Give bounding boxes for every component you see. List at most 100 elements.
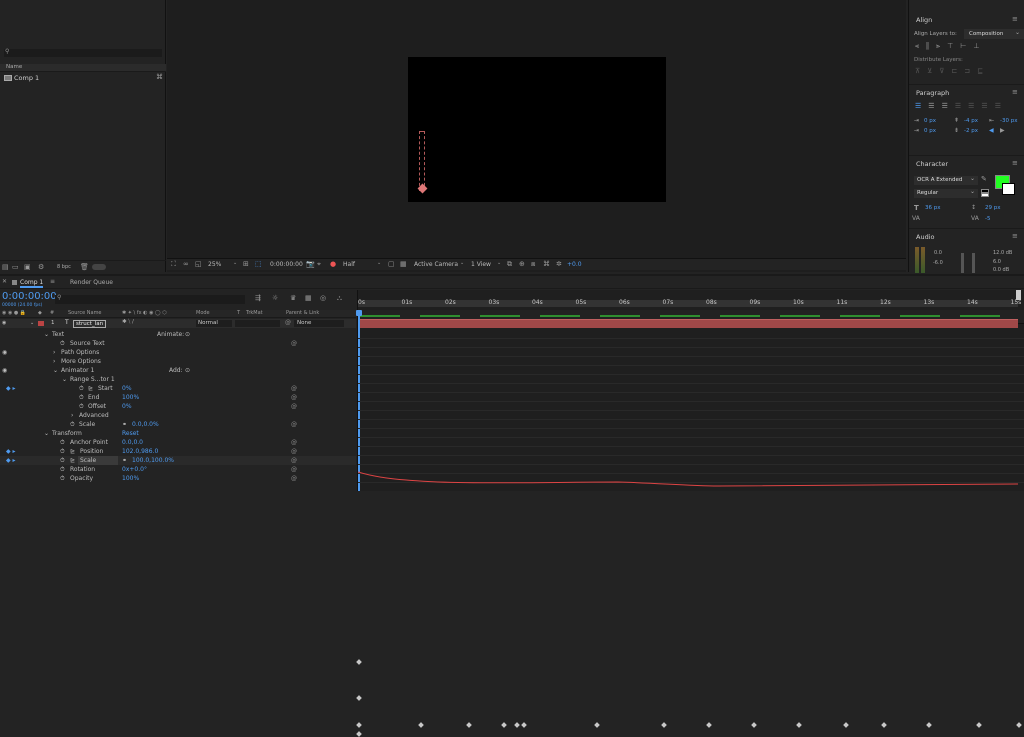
keyframe[interactable] <box>356 731 362 737</box>
trkmat-header[interactable]: TrkMat <box>246 310 263 316</box>
justify-left-icon[interactable]: ☰ <box>955 102 968 110</box>
parent-header[interactable]: Parent & Link <box>286 310 319 316</box>
animate-button[interactable]: Animate: <box>157 330 184 339</box>
keyframe-nav-icon[interactable]: ◆ ▸ <box>6 447 16 456</box>
justify-right-icon[interactable]: ☰ <box>981 102 994 110</box>
space-before-value[interactable]: -4 px <box>964 118 978 124</box>
fast-preview-icon[interactable]: ⧈ <box>531 260 535 269</box>
space-after-value[interactable]: -2 px <box>964 128 978 134</box>
keyframe[interactable] <box>356 722 362 728</box>
indent-left-value[interactable]: 0 px <box>924 118 936 124</box>
source-name-header[interactable]: Source Name <box>68 310 102 316</box>
transparency-grid-icon[interactable]: ▦ <box>400 260 407 268</box>
camera-icon[interactable]: 📷 <box>306 260 315 268</box>
prop-advanced[interactable]: › Advanced <box>0 411 356 420</box>
comp-mini-flowchart-icon[interactable]: ⇶ <box>255 294 261 302</box>
bpc-label[interactable]: 8 bpc <box>57 264 71 270</box>
timeline-track-area[interactable] <box>356 290 1024 491</box>
pick-whip-icon[interactable]: @ <box>291 420 297 429</box>
stopwatch-icon[interactable]: ⏱ <box>60 438 65 447</box>
stopwatch-icon[interactable]: ⏱ <box>60 474 65 483</box>
new-folder-icon[interactable]: ▭ <box>12 263 19 271</box>
align-hcenter-icon[interactable]: ⫼ <box>926 42 936 50</box>
panel-menu-icon[interactable]: ≡ <box>1012 88 1018 96</box>
ruler-end-marker[interactable] <box>1016 290 1021 300</box>
region-icon[interactable]: ⬚ <box>255 260 262 268</box>
prop-scale-value[interactable]: 100.0,100.0% <box>132 456 174 465</box>
eye-icon[interactable]: ◉ <box>2 348 7 357</box>
always-preview-icon[interactable]: ⛶ <box>171 260 176 269</box>
pick-whip-icon[interactable]: @ <box>291 402 297 411</box>
font-size-value[interactable]: 36 px <box>925 205 941 211</box>
stopwatch-icon[interactable]: ⏱ <box>60 465 65 474</box>
pick-whip-icon[interactable]: @ <box>291 393 297 402</box>
expand-arrow-icon[interactable]: ⌄ <box>62 375 67 384</box>
prop-transform[interactable]: ⌄ Transform Reset <box>0 429 356 438</box>
keyframe[interactable] <box>418 722 424 728</box>
stopwatch-icon[interactable]: ⏱ <box>79 393 84 402</box>
keyframe[interactable] <box>521 722 527 728</box>
prop-end[interactable]: ⏱ End 100% @ <box>0 393 356 402</box>
keyframe[interactable] <box>796 722 802 728</box>
expand-arrow-icon[interactable]: › <box>53 357 55 366</box>
grid-icon[interactable]: ⊞ <box>243 260 249 268</box>
pick-whip-icon[interactable]: @ <box>291 474 297 483</box>
align-text-left-icon[interactable]: ☰ <box>915 102 928 110</box>
prop-opacity-value[interactable]: 100% <box>122 474 139 483</box>
stopwatch-icon[interactable]: ⏱ <box>70 420 75 429</box>
comp-canvas[interactable] <box>408 57 666 202</box>
prop-start-value[interactable]: 0% <box>122 384 132 393</box>
mode-header[interactable]: Mode <box>196 310 210 316</box>
prop-position[interactable]: ◆ ▸ ⏱ ⊵ Position 102.0,986.0 @ <box>0 447 356 456</box>
keyframe[interactable] <box>466 722 472 728</box>
prop-end-value[interactable]: 100% <box>122 393 139 402</box>
layer-name[interactable]: struct_lan <box>73 320 107 328</box>
prop-anchor-value[interactable]: 0.0,0.0 <box>122 438 143 447</box>
align-left-icon[interactable]: ⫷ <box>915 42 926 50</box>
dist-bottom-icon[interactable]: ⊽ <box>939 67 951 75</box>
expand-arrow-icon[interactable]: ⌄ <box>44 429 49 438</box>
exposure-value[interactable]: +0.0 <box>567 261 582 268</box>
keyframe[interactable] <box>843 722 849 728</box>
pick-whip-icon[interactable]: @ <box>291 447 297 456</box>
stopwatch-icon[interactable]: ⏱ <box>60 339 65 348</box>
mask-icon[interactable]: ◱ <box>195 260 202 268</box>
prop-more-options[interactable]: › More Options <box>0 357 356 366</box>
layer-label-color[interactable] <box>38 321 44 326</box>
project-search-input[interactable] <box>4 49 162 57</box>
panel-menu-icon[interactable]: ≡ <box>50 278 55 285</box>
prop-text[interactable]: ⌄ Text Animate: ⊙ <box>0 330 356 339</box>
flowchart-icon[interactable]: ⌘ <box>156 73 163 81</box>
interpret-footage-icon[interactable]: ▤ <box>2 263 9 271</box>
transform-reset-button[interactable]: Reset <box>122 429 139 438</box>
keyframe-nav-icon[interactable]: ◆ ▸ <box>6 384 16 393</box>
animate-menu-icon[interactable]: ⊙ <box>185 330 190 339</box>
font-family-dropdown[interactable]: OCR A Extended ⌄ <box>914 175 978 185</box>
panel-menu-icon[interactable]: ≡ <box>1012 159 1018 167</box>
mode-dropdown[interactable]: Normal <box>196 320 232 327</box>
prop-rotation-value[interactable]: 0x+0.0° <box>122 465 147 474</box>
dist-top-icon[interactable]: ⊼ <box>915 67 927 75</box>
close-icon[interactable]: ✕ <box>2 278 7 285</box>
position-speed-graph[interactable] <box>358 290 1024 491</box>
parent-dropdown[interactable]: None <box>294 320 344 327</box>
align-vcenter-icon[interactable]: ⊢ <box>960 42 973 50</box>
keyframe[interactable] <box>1016 722 1022 728</box>
align-to-dropdown[interactable]: Composition ⌄ <box>964 29 1024 39</box>
graph-icon[interactable]: ⊵ <box>70 447 75 456</box>
prop-animator-scale[interactable]: ⏱ Scale ⚭ 0.0,0.0% @ <box>0 420 356 429</box>
stopwatch-icon[interactable]: ⏱ <box>79 384 84 393</box>
current-time[interactable]: 0:00:00:00 <box>2 291 57 302</box>
align-text-right-icon[interactable]: ☰ <box>942 102 955 110</box>
viewer-timecode[interactable]: 0:00:00:00 <box>270 261 303 268</box>
panel-menu-icon[interactable]: ≡ <box>1012 232 1018 240</box>
flowchart-icon[interactable]: ⌘ <box>543 260 550 268</box>
prop-scale[interactable]: ◆ ▸ ⏱ ⊵ Scale ⚭ 100.0,100.0% @ <box>0 456 356 465</box>
keyframe[interactable] <box>881 722 887 728</box>
pick-whip-icon[interactable]: @ <box>291 384 297 393</box>
audio-slider-left[interactable] <box>961 253 964 273</box>
prop-offset[interactable]: ⏱ Offset 0% @ <box>0 402 356 411</box>
reset-exposure-icon[interactable]: ⊕ <box>519 260 525 268</box>
pick-whip-icon[interactable]: @ <box>285 319 291 326</box>
font-style-dropdown[interactable]: Regular ⌄ <box>914 188 978 198</box>
